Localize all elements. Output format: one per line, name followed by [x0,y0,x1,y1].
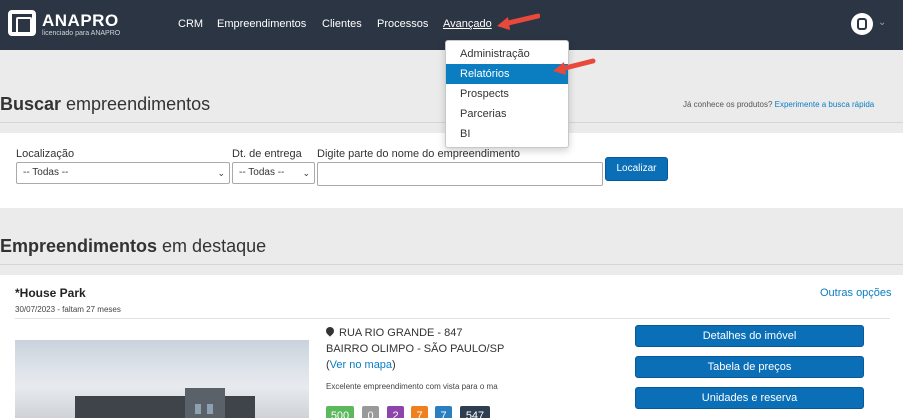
nav-clientes[interactable]: Clientes [322,18,362,30]
status-badge[interactable]: 2 [387,406,404,418]
user-avatar-icon[interactable] [851,13,873,35]
location-select[interactable]: -- Todas -- ⌄ [16,162,230,184]
view-map-link[interactable]: Ver no mapa [330,359,392,371]
featured-heading: Empreendimentos em destaque [0,236,266,257]
nav-avancado[interactable]: Avançado [443,18,492,30]
property-details-button[interactable]: Detalhes do imóvel [635,325,864,347]
divider [15,318,890,319]
property-card: *House Park 30/07/2023 - faltam 27 meses… [0,275,903,418]
quick-search-link[interactable]: Experimente a busca rápida [775,100,875,109]
delivery-date: 30/07/2023 - faltam 27 meses [15,305,121,314]
quick-search-hint: Já conhece os produtos? Experimente a bu… [683,100,874,109]
search-heading: Buscar empreendimentos [0,94,210,115]
delivery-select[interactable]: -- Todas -- ⌄ [232,162,315,184]
nav-empreendimentos[interactable]: Empreendimentos [217,18,306,30]
status-badge[interactable]: 7 [411,406,428,418]
window-shape [207,404,213,414]
window-shape [195,404,201,414]
delivery-label: Dt. de entrega [232,148,302,160]
featured-heading-rest: em destaque [157,236,267,256]
search-heading-bold: Buscar [0,94,62,114]
chevron-down-icon[interactable]: ⌄ [878,17,886,28]
brand-name[interactable]: ANAPRO [42,11,119,31]
map-paren-close: ) [392,359,396,371]
map-pin-icon [324,325,336,337]
divider [0,264,903,265]
status-badge[interactable]: 7 [435,406,452,418]
price-table-button[interactable]: Tabela de preços [635,356,864,378]
building-shape [75,396,255,418]
building-shape [185,388,225,418]
map-link-row: (Ver no mapa) [326,359,396,371]
property-photo[interactable] [15,340,309,418]
nav-processos[interactable]: Processos [377,18,428,30]
address-street: RUA RIO GRANDE - 847 [339,327,463,339]
annotation-arrow-icon [497,13,540,30]
address-line-1: RUA RIO GRANDE - 847 [324,325,463,339]
name-label: Digite parte do nome do empreendimento [317,148,521,160]
hint-text: Já conhece os produtos? [683,100,775,109]
units-reservation-button[interactable]: Unidades e reserva [635,387,864,409]
property-title[interactable]: *House Park [15,286,86,300]
anapro-logo-icon[interactable] [8,10,36,36]
chevron-down-icon: ⌄ [217,168,225,178]
delivery-select-value: -- Todas -- [239,167,285,178]
menu-item-parcerias[interactable]: Parcerias [446,104,568,124]
status-badge[interactable]: 0 [362,406,379,418]
localizar-button[interactable]: Localizar [605,157,668,181]
other-options-link[interactable]: Outras opções [820,287,892,299]
status-badge[interactable]: 500 [326,406,354,418]
menu-item-bi[interactable]: BI [446,124,568,144]
location-select-value: -- Todas -- [23,167,69,178]
menu-item-prospects[interactable]: Prospects [446,84,568,104]
featured-heading-bold: Empreendimentos [0,236,158,256]
nav-crm[interactable]: CRM [178,18,203,30]
address-line-2: BAIRRO OLIMPO - SÃO PAULO/SP [326,343,505,355]
search-heading-rest: empreendimentos [61,94,211,114]
brand-tagline: licenciado para ANAPRO [42,30,121,37]
name-search-input[interactable] [317,162,603,186]
status-badge[interactable]: 547 [460,406,490,418]
chevron-down-icon: ⌄ [302,168,310,178]
location-label: Localização [16,148,75,160]
property-description: Excelente empreendimento com vista para … [326,382,498,391]
annotation-arrow-icon [553,58,596,75]
